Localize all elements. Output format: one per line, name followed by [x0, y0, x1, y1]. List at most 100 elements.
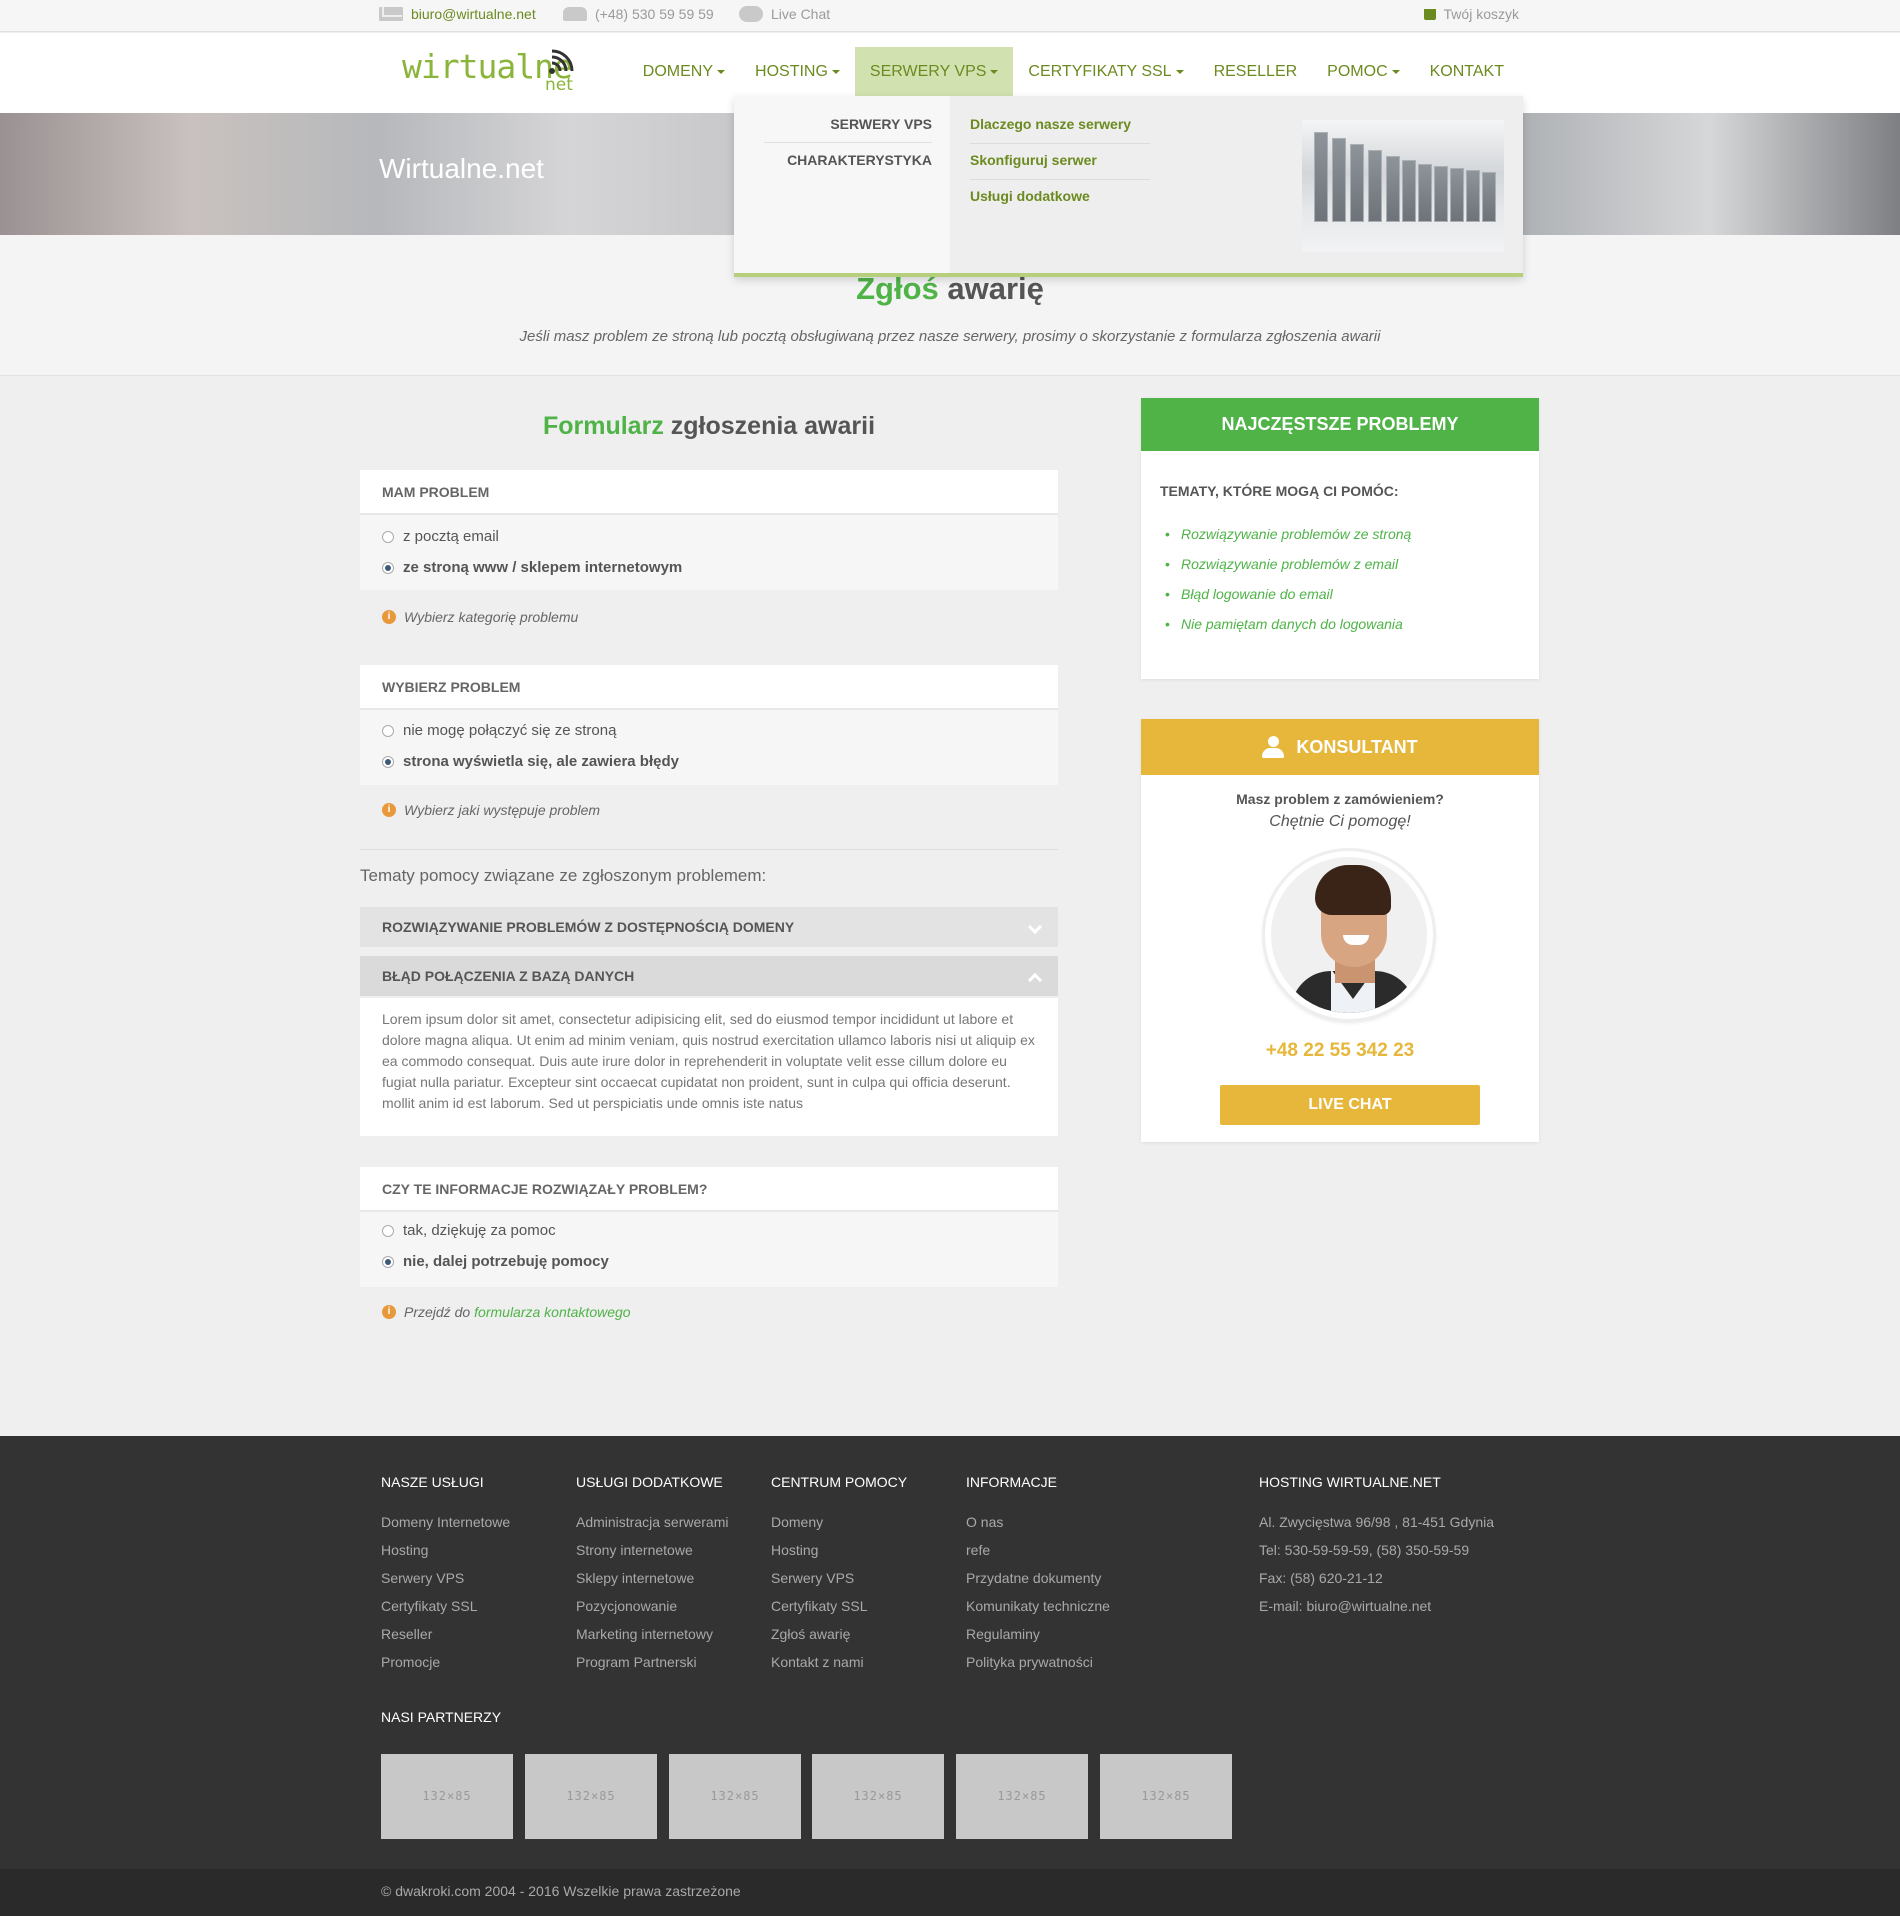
- footer-link[interactable]: Serwery VPS: [771, 1564, 907, 1592]
- site-logo[interactable]: wirtualne net: [402, 47, 582, 97]
- main-nav: DOMENY HOSTING SERWERY VPS CERTYFIKATY S…: [628, 47, 1519, 96]
- footer-link[interactable]: Pozycjonowanie: [576, 1592, 728, 1620]
- consultant-avatar: [1265, 851, 1433, 1019]
- topbar-cart-link[interactable]: Twój koszyk: [1423, 6, 1519, 22]
- topbar-live-chat-link[interactable]: Live Chat: [739, 6, 830, 22]
- footer-address: Al. Zwycięstwa 96/98 , 81-451 Gdynia: [1259, 1514, 1495, 1530]
- footer-link[interactable]: refe: [966, 1536, 1110, 1564]
- footer-col-services: NASZE USŁUGI Domeny Internetowe Hosting …: [381, 1474, 510, 1676]
- footer-link[interactable]: Program Partnerski: [576, 1648, 728, 1676]
- footer-link[interactable]: Sklepy internetowe: [576, 1564, 728, 1592]
- footer-link[interactable]: Strony internetowe: [576, 1536, 728, 1564]
- option-label: strona wyświetla się, ale zawiera błędy: [403, 753, 679, 770]
- radio-button[interactable]: [382, 561, 394, 574]
- topbar-email-link[interactable]: biuro@wirtualne.net: [379, 6, 536, 22]
- nav-label: CERTYFIKATY SSL: [1028, 63, 1172, 80]
- list-item[interactable]: Nie pamiętam danych do logowania: [1165, 609, 1411, 639]
- mega-link-uslugi[interactable]: Usługi dodatkowe: [970, 188, 1090, 204]
- footer-link[interactable]: Polityka prywatności: [966, 1648, 1110, 1676]
- partner-logo[interactable]: 132×85: [381, 1754, 513, 1839]
- radio-button[interactable]: [382, 1224, 394, 1237]
- radio-option-no[interactable]: nie, dalej potrzebuję pomocy: [382, 1253, 609, 1270]
- mega-item-charakterystyka[interactable]: CHARAKTERYSTYKA: [787, 152, 932, 168]
- nav-item-reseller[interactable]: RESELLER: [1199, 47, 1313, 96]
- solved-question-panel: CZY TE INFORMACJE ROZWIĄZAŁY PROBLEM? ta…: [360, 1167, 1058, 1287]
- problem-category-panel: MAM PROBLEM z pocztą email ze stroną www…: [360, 470, 1058, 590]
- footer-link[interactable]: Serwery VPS: [381, 1564, 510, 1592]
- footer-link[interactable]: Domeny Internetowe: [381, 1508, 510, 1536]
- partner-logo[interactable]: 132×85: [812, 1754, 944, 1839]
- footer-link[interactable]: Zgłoś awarię: [771, 1620, 907, 1648]
- radio-button[interactable]: [382, 530, 394, 543]
- footer-heading: HOSTING WIRTUALNE.NET: [1259, 1474, 1441, 1490]
- option-label: nie mogę połączyć się ze stroną: [403, 722, 617, 739]
- footer-link[interactable]: Hosting: [381, 1536, 510, 1564]
- footer-bottom-bar: © dwakroki.com 2004 - 2016 Wszelkie praw…: [0, 1869, 1900, 1916]
- radio-option-yes[interactable]: tak, dziękuję za pomoc: [382, 1222, 556, 1239]
- accordion-domain-availability[interactable]: ROZWIĄZYWANIE PROBLEMÓW Z DOSTĘPNOŚCIĄ D…: [360, 907, 1058, 947]
- footer-col-help: CENTRUM POMOCY Domeny Hosting Serwery VP…: [771, 1474, 907, 1676]
- radio-option-email[interactable]: z pocztą email: [382, 528, 499, 545]
- card-subheading: TEMATY, KTÓRE MOGĄ CI POMÓC:: [1160, 483, 1399, 499]
- partner-logo[interactable]: 132×85: [525, 1754, 657, 1839]
- chevron-down-icon: [1027, 919, 1043, 935]
- footer-link[interactable]: Kontakt z nami: [771, 1648, 907, 1676]
- footer-link[interactable]: O nas: [966, 1508, 1110, 1536]
- footer-link[interactable]: Komunikaty techniczne: [966, 1592, 1110, 1620]
- consultant-tagline: Chętnie Ci pomogę!: [1269, 813, 1411, 830]
- nav-item-certyfikaty-ssl[interactable]: CERTYFIKATY SSL: [1013, 47, 1198, 96]
- footer-link[interactable]: Regulaminy: [966, 1620, 1110, 1648]
- live-chat-button[interactable]: LIVE CHAT: [1220, 1085, 1480, 1125]
- divider: [970, 179, 1150, 180]
- footer-link[interactable]: Przydatne dokumenty: [966, 1564, 1110, 1592]
- list-item[interactable]: Rozwiązywanie problemów ze stroną: [1165, 519, 1411, 549]
- form-title-accent: Formularz: [542, 412, 664, 440]
- nav-item-serwery-vps[interactable]: SERWERY VPS: [854, 47, 1014, 96]
- partner-logo[interactable]: 132×85: [669, 1754, 801, 1839]
- problems-list: Rozwiązywanie problemów ze stroną Rozwią…: [1165, 519, 1411, 639]
- list-item[interactable]: Rozwiązywanie problemów z email: [1165, 549, 1411, 579]
- hint-text: Przejdź do: [404, 1304, 471, 1320]
- footer-fax: Fax: (58) 620-21-12: [1259, 1570, 1383, 1586]
- server-room-image: [1302, 120, 1504, 252]
- radio-button[interactable]: [382, 755, 394, 768]
- option-label: z pocztą email: [403, 528, 499, 545]
- info-icon: i: [382, 803, 396, 817]
- partner-logo[interactable]: 132×85: [1100, 1754, 1232, 1839]
- form-title: Formularz zgłoszenia awarii: [360, 412, 1058, 441]
- contact-form-link[interactable]: formularza kontaktowego: [474, 1304, 630, 1320]
- footer-link[interactable]: Marketing internetowy: [576, 1620, 728, 1648]
- radio-button[interactable]: [382, 724, 394, 737]
- footer-heading: USŁUGI DODATKOWE: [576, 1474, 723, 1490]
- list-item[interactable]: Błąd logowanie do email: [1165, 579, 1411, 609]
- radio-option-no-connection[interactable]: nie mogę połączyć się ze stroną: [382, 722, 616, 739]
- footer-link[interactable]: Reseller: [381, 1620, 510, 1648]
- mega-link-skonfiguruj[interactable]: Skonfiguruj serwer: [970, 152, 1097, 168]
- nav-item-pomoc[interactable]: POMOC: [1312, 47, 1414, 96]
- mega-link-dlaczego[interactable]: Dlaczego nasze serwery: [970, 116, 1131, 132]
- footer-link[interactable]: Domeny: [771, 1508, 907, 1536]
- footer-link[interactable]: Certyfikaty SSL: [381, 1592, 510, 1620]
- footer-link[interactable]: Hosting: [771, 1536, 907, 1564]
- footer-email[interactable]: E-mail: biuro@wirtualne.net: [1259, 1592, 1494, 1620]
- accordion-database-error[interactable]: BŁĄD POŁĄCZENIA Z BAZĄ DANYCH: [360, 956, 1058, 996]
- nav-label: DOMENY: [642, 63, 714, 80]
- consultant-phone[interactable]: +48 22 55 342 23: [1141, 1040, 1539, 1062]
- problem-hint: i Wybierz jaki występuje problem: [382, 802, 600, 818]
- nav-item-domeny[interactable]: DOMENY: [628, 47, 740, 96]
- radio-button[interactable]: [382, 1255, 394, 1268]
- option-label: ze stroną www / sklepem internetowym: [403, 559, 683, 576]
- info-icon: i: [382, 1305, 396, 1319]
- nav-item-kontakt[interactable]: KONTAKT: [1415, 47, 1519, 96]
- footer-link[interactable]: Promocje: [381, 1648, 510, 1676]
- footer-link[interactable]: Certyfikaty SSL: [771, 1592, 907, 1620]
- chat-bubble-icon: [739, 6, 763, 22]
- footer-link[interactable]: Administracja serwerami: [576, 1508, 728, 1536]
- topbar-email-text: biuro@wirtualne.net: [411, 6, 536, 22]
- hint-text: Wybierz kategorię problemu: [404, 609, 579, 625]
- partner-logo[interactable]: 132×85: [956, 1754, 1088, 1839]
- mega-item-serwery-vps[interactable]: SERWERY VPS: [830, 116, 932, 132]
- radio-option-www[interactable]: ze stroną www / sklepem internetowym: [382, 559, 682, 576]
- radio-option-errors[interactable]: strona wyświetla się, ale zawiera błędy: [382, 753, 679, 770]
- nav-item-hosting[interactable]: HOSTING: [740, 47, 855, 96]
